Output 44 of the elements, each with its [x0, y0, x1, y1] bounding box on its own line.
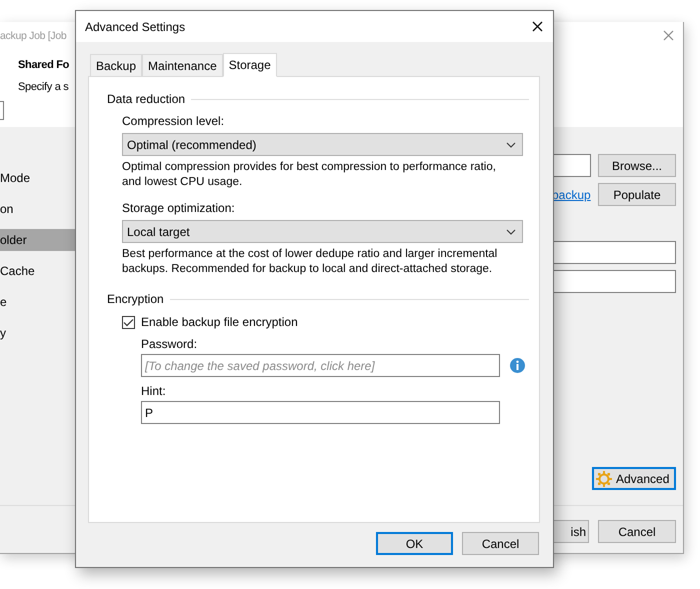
input-field[interactable] — [552, 270, 676, 293]
hint-field[interactable]: P — [141, 401, 500, 424]
input-field[interactable] — [552, 241, 676, 264]
checkmark-icon — [123, 318, 134, 326]
field-label: Hint: — [141, 383, 167, 400]
tab[interactable]: Storage — [222, 53, 277, 77]
tab[interactable]: Maintenance — [142, 54, 223, 76]
field-label: Compression level: — [122, 113, 226, 130]
browse-button[interactable]: Browse... — [598, 154, 676, 177]
checkbox[interactable] — [122, 316, 135, 328]
description: Optimal compression provides for best compression to performance ratio, and lowest CPU usage. — [122, 160, 497, 190]
dropdown[interactable]: Optimal (recommended) — [122, 133, 523, 156]
populate-button[interactable]: Populate — [598, 183, 676, 206]
page-title: Shared Fo — [18, 58, 70, 73]
password-field[interactable]: [To change the saved password, click here] — [141, 354, 500, 377]
field-label: Password: — [141, 336, 198, 353]
close-icon[interactable] — [532, 21, 543, 32]
wizard-step[interactable]: on — [0, 198, 75, 220]
tab[interactable]: Backup — [90, 54, 142, 76]
wizard-step[interactable]: Cache — [0, 260, 75, 282]
field-label: Storage optimization: — [122, 200, 236, 217]
wizard-step[interactable]: e — [0, 291, 75, 313]
input-field[interactable] — [552, 154, 591, 177]
input-field[interactable] — [0, 100, 4, 120]
finish-button[interactable]: ish — [552, 520, 589, 543]
info-icon[interactable] — [510, 358, 525, 373]
cancel-button[interactable]: Cancel — [598, 520, 676, 543]
cancel-button[interactable]: Cancel — [462, 532, 539, 555]
group-heading: Encryption — [107, 291, 164, 308]
wizard-step[interactable]: Mode — [0, 167, 75, 189]
checkbox-label: Enable backup file encryption — [141, 314, 298, 331]
dropdown[interactable]: Local target — [122, 220, 523, 243]
advanced-button[interactable]: Advanced — [592, 467, 676, 490]
wizard-step[interactable]: y — [0, 322, 75, 344]
ok-button[interactable]: OK — [376, 532, 453, 555]
group-heading: Data reduction — [107, 91, 186, 108]
description: Best performance at the cost of lower dedupe ratio and larger incremental backups. Recommended for backup to local and direct-attached storage. — [122, 247, 498, 277]
gear-icon — [596, 470, 612, 486]
chevron-down-icon — [506, 228, 516, 234]
dialog-title: Advanced Settings — [85, 18, 186, 36]
page-subtitle: Specify a s — [18, 80, 69, 96]
chevron-down-icon — [506, 142, 516, 148]
wizard-step[interactable]: older — [0, 229, 75, 251]
window-title: ackup Job [Job — [0, 29, 66, 44]
